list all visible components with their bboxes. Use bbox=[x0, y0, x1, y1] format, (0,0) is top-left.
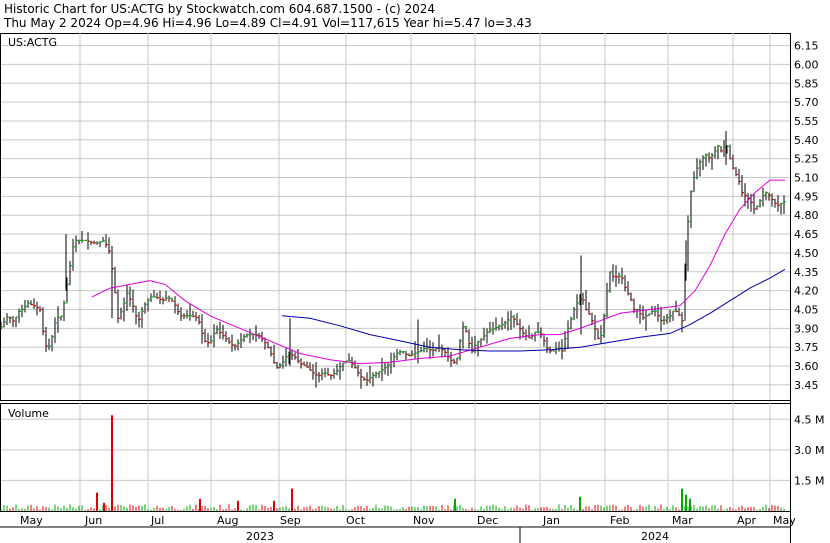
month-label-may: May bbox=[773, 514, 796, 527]
price-tick-label: 4.20 bbox=[794, 285, 819, 298]
price-tick-label: 6.00 bbox=[794, 58, 819, 71]
price-tick-label: 5.25 bbox=[794, 153, 819, 166]
year-label-2024: 2024 bbox=[641, 530, 669, 543]
price-tick-label: 4.65 bbox=[794, 228, 819, 241]
price-tick-label: 5.55 bbox=[794, 115, 819, 128]
price-tick-label: 5.10 bbox=[794, 172, 819, 185]
month-label-jan: Jan bbox=[542, 514, 560, 527]
month-label-apr: Apr bbox=[737, 514, 757, 527]
price-tick-label: 5.70 bbox=[794, 96, 819, 109]
month-label-aug: Aug bbox=[217, 514, 238, 527]
month-label-nov: Nov bbox=[413, 514, 435, 527]
price-tick-label: 4.80 bbox=[794, 209, 819, 222]
stock-chart: May Jun Jul Aug Sep Oct Nov Dec Jan Feb Mar Apr May 6… bbox=[0, 33, 824, 543]
volume-tick-label: 1.5 M bbox=[794, 474, 824, 487]
month-label-jul: Jul bbox=[150, 514, 164, 527]
volume-tick-label: 4.5 M bbox=[794, 413, 824, 426]
symbol-label: US:ACTG bbox=[8, 36, 57, 49]
price-tick-label: 5.40 bbox=[794, 134, 819, 147]
month-label-may: May bbox=[20, 514, 43, 527]
month-label-jun: Jun bbox=[84, 514, 102, 527]
year-label-2023: 2023 bbox=[246, 530, 274, 543]
price-tick-label: 6.15 bbox=[794, 40, 819, 53]
price-tick-label: 4.95 bbox=[794, 190, 819, 203]
price-tick-label: 5.85 bbox=[794, 77, 819, 90]
price-tick-label: 3.75 bbox=[794, 341, 819, 354]
month-label-mar: Mar bbox=[672, 514, 693, 527]
price-panel bbox=[0, 33, 791, 401]
price-tick-label: 3.90 bbox=[794, 322, 819, 335]
price-tick-label: 3.45 bbox=[794, 379, 819, 392]
month-label-feb: Feb bbox=[610, 514, 629, 527]
month-label-sep: Sep bbox=[280, 514, 301, 527]
price-tick-label: 4.05 bbox=[794, 304, 819, 317]
price-tick-label: 4.50 bbox=[794, 247, 819, 260]
price-tick-label: 3.60 bbox=[794, 360, 819, 373]
month-label-oct: Oct bbox=[346, 514, 366, 527]
month-label-dec: Dec bbox=[477, 514, 498, 527]
volume-tick-label: 3.0 M bbox=[794, 444, 824, 457]
price-tick-label: 4.35 bbox=[794, 266, 819, 279]
volume-label: Volume bbox=[8, 407, 49, 420]
